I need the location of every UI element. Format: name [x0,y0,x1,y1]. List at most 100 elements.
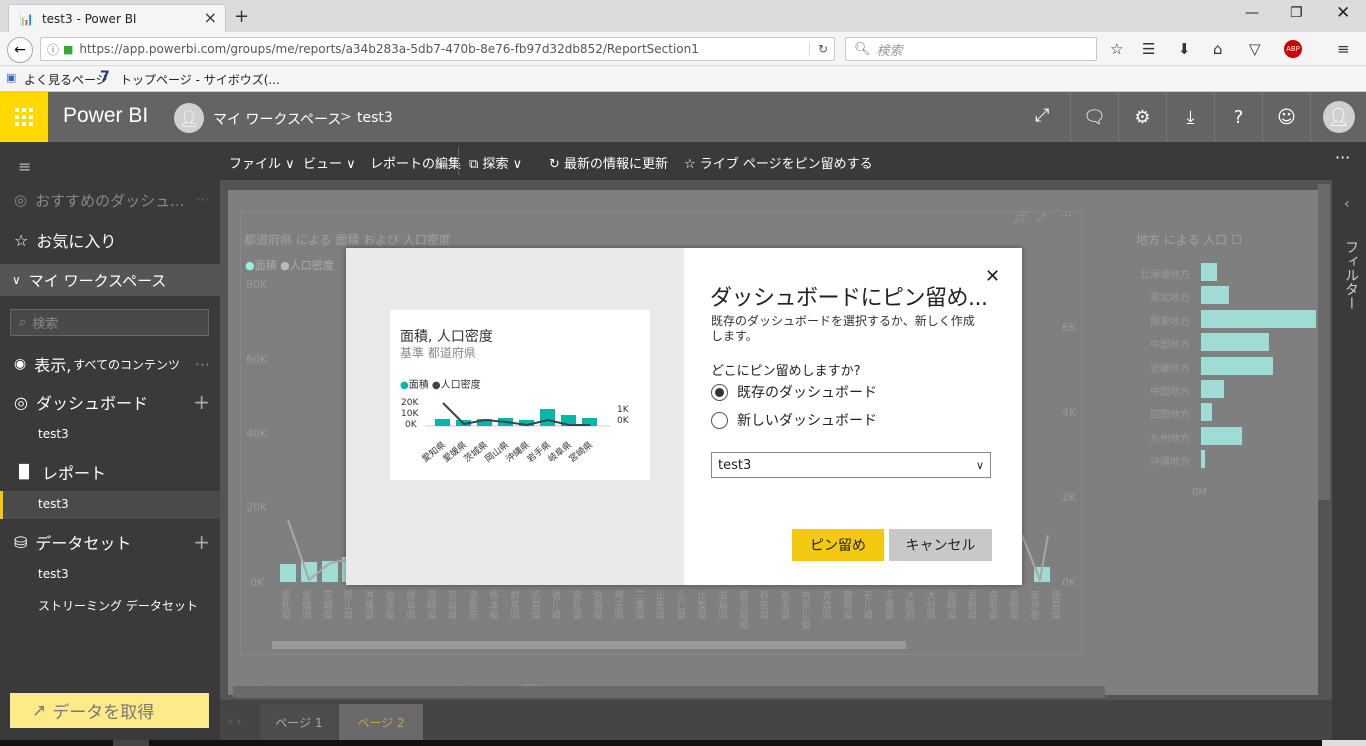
fullscreen-icon[interactable]: ⤢ [1035,105,1049,126]
breadcrumb-workspace[interactable]: マイ ワークスペース [213,109,341,129]
file-menu[interactable]: ファイル ∨ [229,153,295,172]
region-bar[interactable] [1201,426,1242,445]
taskbar-item[interactable] [113,740,149,746]
report-list-item[interactable]: test3 [38,497,69,511]
add-dashboard-icon[interactable]: + [193,390,210,414]
minimize-button[interactable]: — [1245,5,1259,21]
sidebar-search-input[interactable]: ⌕ 検索 [10,309,209,336]
chevron-left-icon[interactable]: ‹ [1344,196,1350,212]
settings-gear-icon[interactable]: ⚙ [1118,92,1166,142]
back-button[interactable]: ← [7,37,33,63]
refresh-button[interactable]: ↻ 最新の情報に更新 [549,153,668,172]
region-bar[interactable] [1201,333,1269,352]
dashboard-icon: ◎ [14,392,28,412]
page-tab[interactable]: ページ 1 [260,704,338,740]
focus-mode-icon[interactable]: ⤢ [1036,211,1046,226]
selected-report-row[interactable] [0,491,220,519]
x-axis-label: 石川県 [861,590,873,620]
url-bar[interactable]: ⓘ ■ https://app.powerbi.com/groups/me/re… [40,37,835,61]
sidebar-item-datasets[interactable]: ⛁ データセット + [0,524,220,560]
adblock-icon[interactable]: ABP [1284,40,1302,58]
region-bar[interactable] [1201,403,1212,422]
region-bar[interactable] [1201,263,1217,281]
more-icon[interactable]: ··· [196,191,210,209]
region-bar[interactable] [1201,380,1224,398]
region-bar[interactable] [1201,450,1205,469]
view-menu[interactable]: ビュー ∨ [303,153,356,172]
bookmarks-bar: ▣ よく見るページ 7 トップページ - サイボウズ(... [0,66,1366,92]
region-bar[interactable] [1201,286,1229,305]
dataset-list-item[interactable]: ストリーミング データセット [38,597,198,614]
more-icon[interactable]: ··· [195,355,210,374]
dashboard-select[interactable]: test3 ∨ [711,452,991,478]
bookmark-item[interactable]: よく見るページ [24,71,108,88]
visual-more-icon[interactable]: ··· [1060,209,1072,224]
download-icon[interactable]: ⬇ [1178,40,1191,58]
chart-legend: ●面積 ●人口密度 [245,259,334,272]
region-bar[interactable] [1201,309,1316,328]
new-tab-button[interactable]: + [234,6,249,27]
help-icon[interactable]: ? [1214,92,1262,142]
legend-dot-icon: ● [245,259,255,272]
chart-bar [280,564,296,582]
legend-dot-icon: ● [431,380,441,391]
chevron-down-icon: ∨ [975,458,984,472]
browser-tab[interactable]: 📊 test3 - Power BI × [8,4,226,32]
page-nav-arrows[interactable]: ‹ › [228,714,241,728]
edit-report-button[interactable]: レポートの編集 [370,153,461,172]
more-options-icon[interactable]: ··· [1335,148,1350,167]
dataset-list-item[interactable]: test3 [38,567,69,581]
cancel-button[interactable]: キャンセル [889,529,992,561]
dashboard-list-item[interactable]: test3 [38,427,69,441]
explore-menu[interactable]: ⧉ 探索 ∨ [469,153,522,172]
app-name[interactable]: Power BI [63,104,148,128]
taskbar-item[interactable] [1322,740,1366,746]
radio-new-dashboard[interactable]: 新しいダッシュボード [711,410,877,430]
comments-icon[interactable]: 🗨︎ [1070,92,1118,142]
breadcrumb-report[interactable]: test3 [357,110,393,126]
close-dialog-icon[interactable]: ✕ [985,266,1000,287]
radio-existing-dashboard[interactable]: 既存のダッシュボード [711,382,877,402]
reading-list-icon[interactable]: ☰ [1142,40,1155,58]
info-icon: ⓘ [47,42,60,57]
app-launcher-icon[interactable] [0,92,48,142]
pin-live-page-button[interactable]: ☆ ライブ ページをピン留めする [684,153,873,172]
sidebar-item-dashboards[interactable]: ◎ ダッシュボード + [0,384,220,420]
bookmark-item[interactable]: トップページ - サイボウズ(... [120,71,280,88]
restore-button[interactable]: ❐ [1290,5,1303,21]
region-label: 東北地方 [1150,293,1190,305]
toolbar-divider [458,147,459,175]
sidebar-item-recommended[interactable]: ◎ おすすめのダッシュ... ··· [0,182,220,218]
feedback-smiley-icon[interactable]: ☺ [1262,92,1310,142]
database-icon: ⛁ [14,532,28,552]
bookmark-folder-icon: ▣ [6,71,17,84]
pin-button[interactable]: ピン留め [792,529,884,561]
close-window-button[interactable]: ✕ [1336,3,1350,23]
star-icon[interactable]: ☆ [1110,40,1123,58]
pocket-icon[interactable]: ▽ [1249,40,1261,58]
hamburger-icon[interactable]: ≡ [18,157,31,176]
reload-icon[interactable]: ↻ [808,42,828,56]
region-bar[interactable] [1201,356,1273,375]
menu-icon[interactable]: ≡ [1337,40,1350,58]
get-data-button[interactable]: ↗ データを取得 [10,693,209,728]
pin-visual-icon[interactable]: 📌︎ [1012,211,1029,226]
sidebar-item-view-all[interactable]: ◉ 表示, すべてのコンテンツ ··· [0,346,220,382]
user-avatar[interactable]: 👤︎ [1310,92,1366,142]
x-axis-label: 滋賀県 [715,590,727,620]
region-chart: 北海道地方 東北地方 関東地方 中部地方 近畿地方 中国地方 四国地方 九州地方 沖縄地方 [1120,262,1320,482]
canvas-horizontal-scrollbar[interactable] [233,686,1105,698]
add-dataset-icon[interactable]: + [193,530,210,554]
horizontal-scrollbar[interactable] [272,641,906,649]
vertical-scrollbar[interactable] [1318,184,1330,500]
sidebar-item-reports[interactable]: ▐▌ レポート [0,454,220,490]
sidebar-item-favorites[interactable]: ☆ お気に入り [0,222,220,258]
home-icon[interactable]: ⌂ [1213,40,1223,58]
download-icon[interactable]: ⤓ [1166,92,1214,142]
page-tab-active[interactable]: ページ 2 [339,704,423,740]
close-tab-icon[interactable]: × [204,8,217,27]
x-axis-label: 愛媛県 [299,590,311,620]
x-axis-label: 熊本県 [487,590,498,620]
browser-search-input[interactable]: 🔍︎ 検索 [845,37,1097,61]
sidebar-item-workspace[interactable]: ∨ マイ ワークスペース [0,264,220,296]
